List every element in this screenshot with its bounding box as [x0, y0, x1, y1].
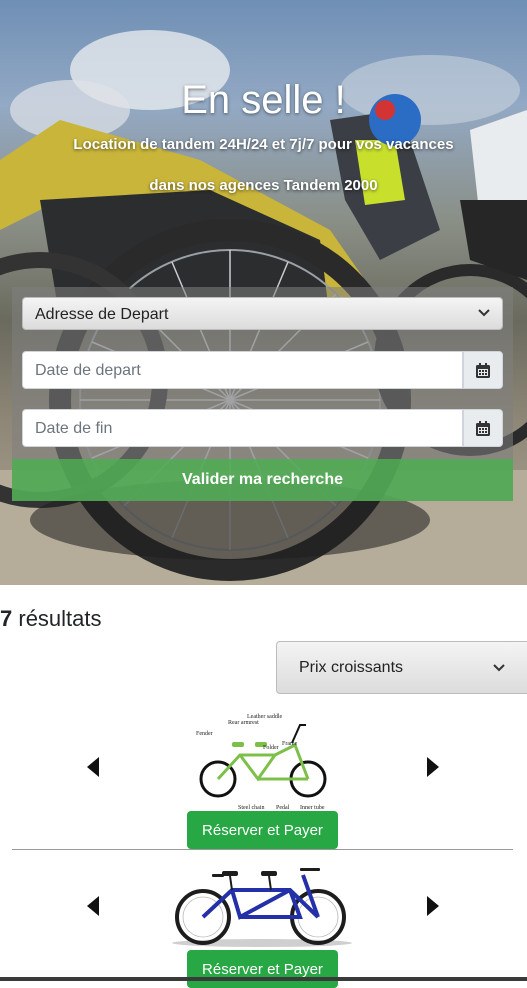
tandem-diagram-image: Leather saddle Rear armrest Fender Folde…: [196, 714, 327, 811]
results-count-label: résultats: [12, 606, 102, 631]
tandem-bike-image: [172, 868, 352, 947]
book-and-pay-button[interactable]: Réserver et Payer: [187, 811, 338, 849]
start-date-calendar-button[interactable]: [463, 351, 503, 389]
page-title: En selle !: [181, 78, 346, 122]
results-count-number: 7: [0, 606, 13, 631]
start-date-input[interactable]: Date de depart: [22, 351, 463, 389]
result-card: Leather saddle Rear armrest Fender Folde…: [0, 705, 527, 850]
validate-search-button[interactable]: Valider ma recherche: [12, 459, 513, 501]
hero-subtitle-line2: dans nos agences Tandem 2000: [149, 177, 378, 194]
diagram-label: Fender: [196, 731, 213, 737]
bottom-bar: [0, 977, 527, 981]
end-date-placeholder: Date de fin: [35, 420, 113, 437]
end-date-calendar-button[interactable]: [463, 409, 503, 447]
chevron-down-icon: [493, 664, 505, 672]
diagram-label: Frame: [282, 741, 298, 747]
chevron-down-icon: [478, 309, 490, 317]
diagram-label: Folder: [263, 745, 279, 751]
hero-subtitle-line1: Location de tandem 24H/24 et 7j/7 pour v…: [73, 136, 454, 153]
search-panel: Adresse de Depart Date de depart Date de…: [12, 287, 513, 501]
calendar-icon: [476, 421, 490, 436]
hero-banner: En selle ! Location de tandem 24H/24 et …: [0, 0, 527, 585]
book-and-pay-button[interactable]: Réserver et Payer: [187, 950, 338, 988]
calendar-icon: [476, 363, 490, 378]
result-card: Réserver et Payer: [0, 850, 527, 988]
diagram-label: Rear armrest: [228, 720, 259, 726]
departure-address-value: Adresse de Depart: [35, 306, 169, 323]
sort-select-value: Prix croissants: [299, 659, 404, 676]
start-date-placeholder: Date de depart: [35, 362, 141, 379]
departure-address-select[interactable]: Adresse de Depart: [22, 297, 503, 330]
sort-select[interactable]: Prix croissants: [276, 641, 527, 694]
results-count: 7 résultats: [0, 606, 102, 632]
end-date-input[interactable]: Date de fin: [22, 409, 463, 447]
